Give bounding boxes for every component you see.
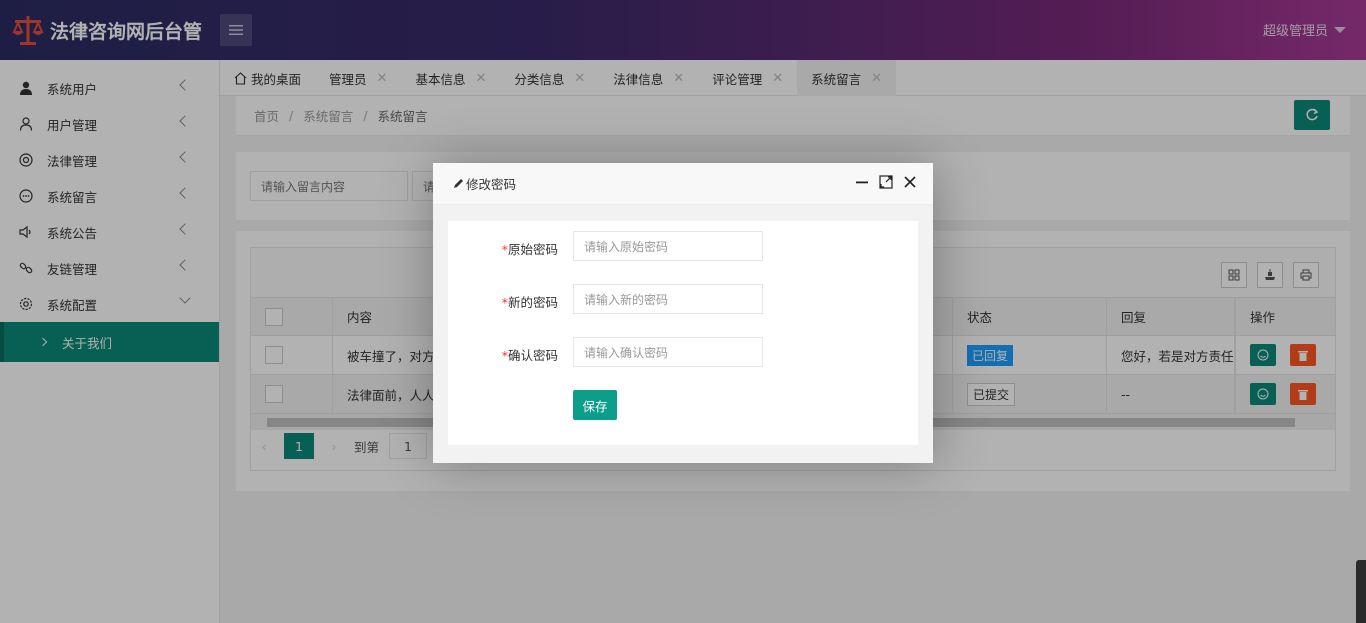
- side-widget[interactable]: [1356, 560, 1366, 623]
- field-label: 确认密码: [507, 348, 558, 363]
- close-dialog-button[interactable]: [903, 175, 917, 189]
- maximize-icon: [879, 175, 893, 189]
- form-row-new-password: *新的密码 请输入新的密码: [448, 284, 918, 314]
- dialog-body: *原始密码 请输入原始密码 *新的密码 请输入新的密码 *确认密码 请输入确认密…: [448, 221, 918, 445]
- save-button[interactable]: 保存: [573, 390, 617, 420]
- dialog-title: 修改密码: [466, 177, 517, 192]
- field-label: 新的密码: [507, 295, 558, 310]
- new-password-input[interactable]: 请输入新的密码: [573, 284, 763, 314]
- minimize-icon: [856, 181, 868, 184]
- dialog-titlebar: 修改密码: [433, 163, 933, 205]
- form-row-confirm-password: *确认密码 请输入确认密码: [448, 337, 918, 367]
- maximize-button[interactable]: [879, 175, 893, 189]
- minimize-button[interactable]: [855, 175, 869, 189]
- close-icon: [904, 176, 916, 188]
- form-row-old-password: *原始密码 请输入原始密码: [448, 231, 918, 261]
- old-password-input[interactable]: 请输入原始密码: [573, 231, 763, 261]
- change-password-dialog: 修改密码 *原始密码 请输入原始密码 *新的密码 请输入新的密码 *确认密码 请…: [433, 163, 933, 463]
- pencil-icon: [454, 179, 463, 188]
- field-label: 原始密码: [507, 242, 558, 257]
- confirm-password-input[interactable]: 请输入确认密码: [573, 337, 763, 367]
